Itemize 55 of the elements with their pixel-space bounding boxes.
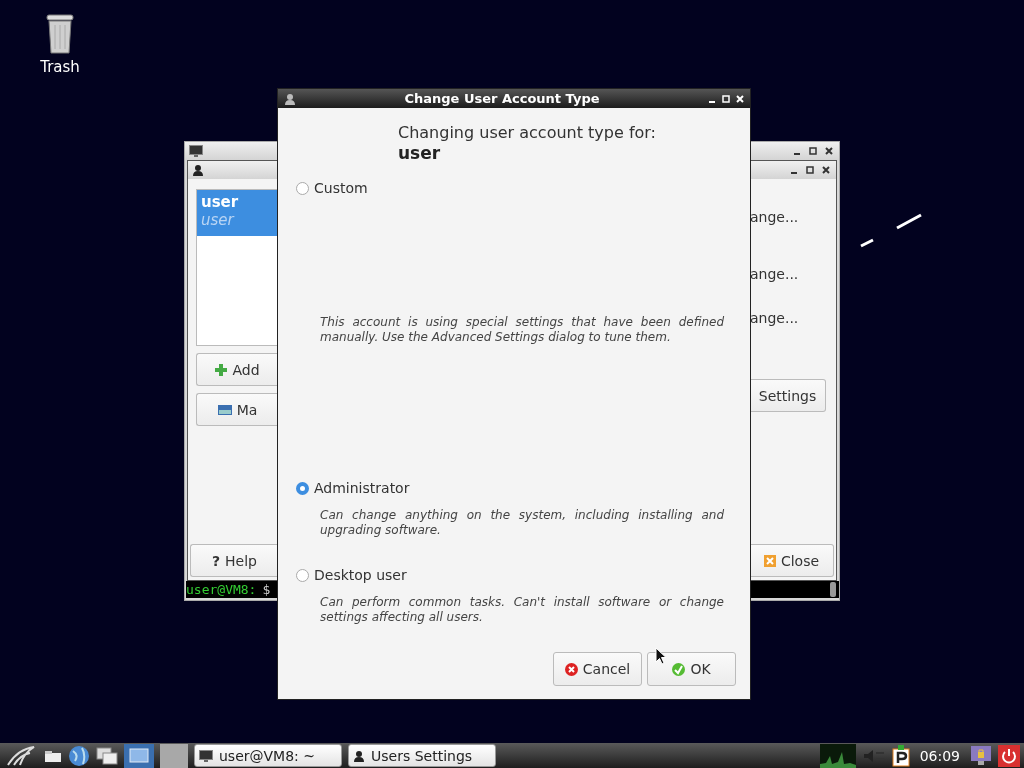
radio-button[interactable] — [296, 481, 309, 495]
close-icon — [763, 554, 776, 567]
folder-icon[interactable] — [44, 748, 62, 763]
terminal-prompt: user@VM8: — [186, 582, 257, 597]
radio-option[interactable]: Desktop user — [296, 566, 407, 584]
dialog-heading: Changing user account type for: — [398, 123, 657, 143]
clock[interactable]: 06:09 — [919, 747, 960, 764]
option-description: This account is using special settings that have been defined manually. Use the Advanced Settings dialog to tune them. — [320, 314, 724, 345]
monitor-icon — [217, 404, 232, 415]
user-name: user — [398, 143, 442, 164]
ok-button[interactable]: OK — [647, 652, 736, 686]
stroke-drawing — [859, 213, 923, 249]
change-button[interactable]: ange... — [750, 209, 834, 225]
task-button[interactable]: user@VM8: ~ — [194, 744, 342, 767]
change-button[interactable]: ange... — [750, 310, 834, 326]
settings-button[interactable]: Settings — [750, 379, 826, 412]
lock-screen-icon[interactable] — [970, 744, 992, 767]
terminal-icon — [199, 749, 213, 762]
parking-icon[interactable] — [891, 744, 910, 767]
task-button[interactable]: Users Settings — [348, 744, 496, 767]
ok-icon — [672, 662, 686, 676]
maximize-icon[interactable] — [806, 166, 814, 174]
window-title: Change User Account Type — [403, 91, 601, 106]
close-icon[interactable] — [822, 166, 830, 174]
manage-button[interactable]: Ma — [196, 393, 278, 426]
maximize-icon[interactable] — [809, 147, 817, 155]
desktop-icon[interactable] — [124, 743, 154, 768]
close-button[interactable]: Close — [750, 544, 834, 577]
terminal-icon — [189, 145, 203, 157]
option-description: Can perform common tasks. Can't install software or change settings affecting all users. — [320, 595, 724, 625]
cpu-graph-icon[interactable] — [819, 743, 856, 768]
close-icon[interactable] — [825, 147, 833, 155]
scrollbar[interactable] — [830, 582, 836, 597]
windows-icon[interactable] — [96, 746, 118, 765]
cancel-icon — [564, 662, 578, 676]
option-description: Can change anything on the system, including installing and upgrading software. — [320, 508, 724, 538]
change-button[interactable]: ange... — [750, 266, 834, 282]
radio-button[interactable] — [296, 181, 309, 195]
globe-icon[interactable] — [68, 744, 90, 767]
radio-option[interactable]: Custom — [296, 179, 368, 197]
trash-icon[interactable] — [45, 13, 75, 55]
workspace-switcher[interactable] — [160, 743, 188, 768]
prompt-symbol: $ — [262, 582, 271, 597]
radio-button[interactable] — [296, 568, 309, 582]
icon-label[interactable]: Trash — [40, 58, 80, 76]
cancel-button[interactable]: Cancel — [553, 652, 642, 686]
person-icon — [192, 164, 204, 176]
plus-icon — [215, 363, 228, 376]
add-button[interactable]: Add — [196, 353, 278, 386]
person-icon — [284, 92, 296, 105]
cursor-icon — [655, 647, 667, 665]
power-icon[interactable] — [998, 744, 1020, 767]
help-button[interactable]: ? Help — [190, 544, 278, 577]
radio-option[interactable]: Administrator — [296, 479, 410, 497]
person-icon — [353, 749, 365, 762]
